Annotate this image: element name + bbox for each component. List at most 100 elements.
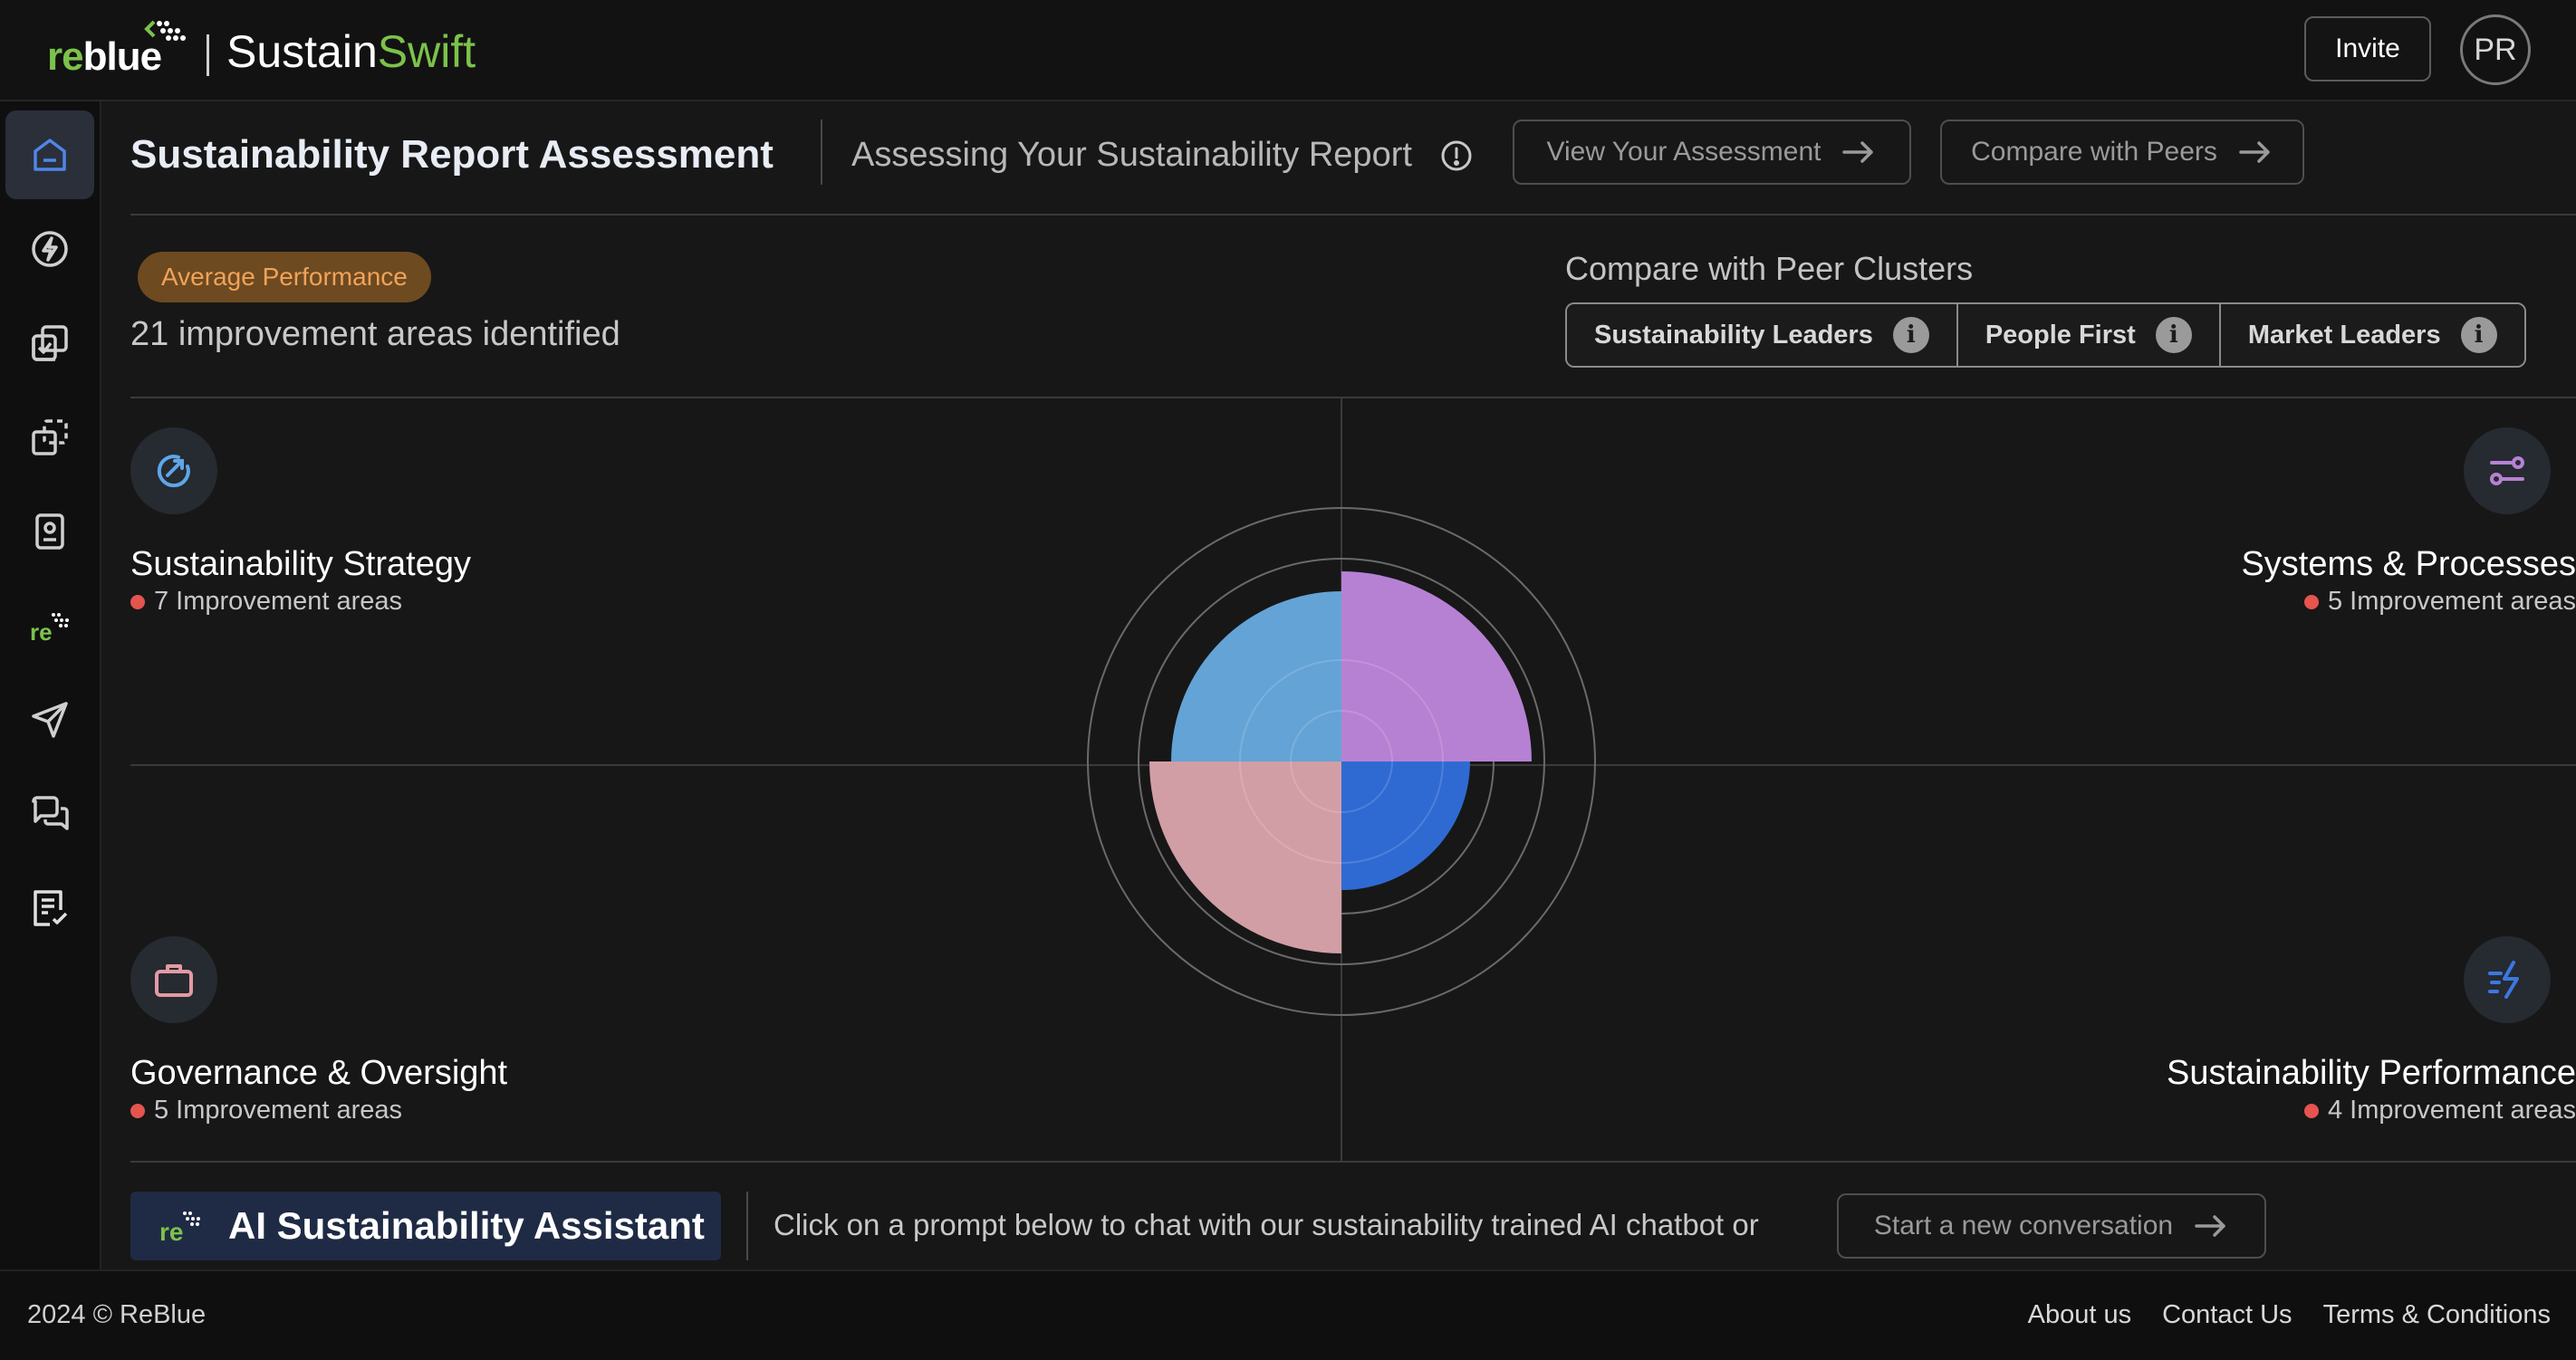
improvement-count: 5 Improvement areas — [2327, 587, 2576, 616]
start-conversation-button[interactable]: Start a new conversation — [1837, 1193, 2266, 1259]
checklist-cards-icon — [32, 325, 68, 361]
compare-peers-label: Compare with Peers — [1971, 137, 2217, 167]
home-icon — [34, 139, 66, 171]
performance-segment[interactable] — [1341, 761, 1470, 890]
view-assessment-button[interactable]: View Your Assessment — [1513, 120, 1911, 185]
arrow-right-icon — [1842, 141, 1874, 163]
main-content: Sustainability Report Assessment Assessi… — [101, 101, 2576, 1269]
arrow-right-icon — [2239, 141, 2270, 163]
governance-icon-badge — [130, 936, 217, 1023]
peer-cluster-tabs: Sustainability Leaders i People First i … — [1565, 302, 2526, 368]
ai-assistant-label: AI Sustainability Assistant — [228, 1204, 705, 1247]
status-dot — [2303, 594, 2319, 609]
improvement-count: 5 Improvement areas — [154, 1096, 403, 1125]
sliders-icon — [2490, 456, 2524, 485]
report-check-icon — [34, 890, 68, 926]
sidebar-item-chat[interactable] — [5, 770, 94, 858]
systems-segment[interactable] — [1341, 571, 1532, 761]
reblue-logo[interactable]: re blue — [47, 16, 186, 80]
peer-clusters-title: Compare with Peer Clusters — [1565, 250, 1974, 287]
quadrant-sub-strategy: 7 Improvement areas — [130, 587, 402, 617]
svg-text:re: re — [159, 1218, 183, 1246]
peer-tab-sustainability-leaders[interactable]: Sustainability Leaders i — [1567, 304, 1956, 366]
footer-link-contact[interactable]: Contact Us — [2162, 1300, 2292, 1330]
sidebar-item-reblue[interactable]: re — [5, 581, 94, 670]
reblue-logo-icon: re — [159, 1212, 200, 1246]
briefcase-icon — [155, 964, 193, 997]
footer-link-about[interactable]: About us — [2028, 1300, 2131, 1330]
view-assessment-label: View Your Assessment — [1546, 137, 1821, 167]
info-icon[interactable] — [1440, 139, 1473, 172]
info-icon[interactable]: i — [2460, 317, 2497, 353]
sidebar-item-copy[interactable] — [5, 393, 94, 482]
status-dot — [130, 1103, 145, 1118]
status-dot — [2303, 1103, 2319, 1118]
peer-tab-label: Market Leaders — [2247, 320, 2441, 350]
divider — [130, 1161, 2576, 1163]
quadrant-title-governance[interactable]: Governance & Oversight — [130, 1054, 507, 1093]
governance-segment[interactable] — [1149, 761, 1341, 953]
arrow-right-icon — [2195, 1215, 2225, 1237]
footer-links: About us Contact Us Terms & Conditions — [2028, 1300, 2551, 1330]
page-subtitle: Assessing Your Sustainability Report — [851, 136, 1412, 174]
avatar[interactable]: PR — [2460, 14, 2531, 85]
systems-icon-badge — [2464, 427, 2551, 514]
start-conversation-label: Start a new conversation — [1873, 1211, 2174, 1240]
sidebar-item-report[interactable] — [5, 864, 94, 953]
page-title: Sustainability Report Assessment — [130, 132, 774, 177]
footer-link-terms[interactable]: Terms & Conditions — [2323, 1300, 2551, 1330]
quadrant-title-systems[interactable]: Systems & Processes — [2241, 545, 2576, 584]
quadrant-title-performance[interactable]: Sustainability Performance — [2167, 1054, 2576, 1093]
peer-tab-people-first[interactable]: People First i — [1956, 304, 2219, 366]
title-divider — [821, 120, 822, 185]
sidebar-item-send[interactable] — [5, 675, 94, 764]
chat-bubbles-icon — [32, 796, 69, 830]
status-dot — [130, 594, 145, 609]
divider — [130, 214, 2576, 215]
top-bar: re blue SustainSwift Invite PR — [0, 0, 2576, 101]
svg-text:re: re — [30, 618, 53, 646]
quadrant-sub-systems: 5 Improvement areas — [2303, 587, 2576, 617]
logo-dots-icon — [144, 20, 186, 41]
invite-button[interactable]: Invite — [2304, 16, 2431, 81]
improvement-count: 4 Improvement areas — [2327, 1096, 2576, 1125]
logo-re-text: re — [47, 34, 84, 79]
product-name-a: Sustain — [226, 26, 378, 77]
divider — [130, 397, 2576, 398]
sidebar-item-profile[interactable] — [5, 487, 94, 576]
info-icon[interactable]: i — [1892, 317, 1929, 353]
quadrant-polar-chart — [1087, 507, 1596, 1016]
footer: 2024 © ReBlue About us Contact Us Terms … — [0, 1269, 2576, 1360]
quadrant-sub-performance: 4 Improvement areas — [2303, 1096, 2576, 1125]
peer-tab-label: Sustainability Leaders — [1594, 320, 1873, 350]
peer-tab-label: People First — [1985, 320, 2136, 350]
sidebar: re — [0, 101, 101, 1269]
sidebar-item-tasks[interactable] — [5, 299, 94, 388]
id-badge-icon — [35, 513, 64, 550]
logo-divider — [207, 34, 209, 76]
compare-peers-button[interactable]: Compare with Peers — [1940, 120, 2304, 185]
improvement-total: 21 improvement areas identified — [130, 315, 620, 353]
peer-tab-market-leaders[interactable]: Market Leaders i — [2218, 304, 2524, 366]
strategy-segment[interactable] — [1171, 591, 1341, 761]
fast-lightning-icon — [2488, 961, 2519, 999]
quadrant-sub-governance: 5 Improvement areas — [130, 1096, 402, 1125]
performance-badge: Average Performance — [138, 252, 431, 302]
performance-icon-badge — [2464, 936, 2551, 1023]
target-arrow-icon — [157, 455, 190, 488]
assistant-divider — [746, 1192, 748, 1260]
assistant-prompt-text: Click on a prompt below to chat with our… — [774, 1208, 1759, 1241]
send-icon — [32, 702, 68, 738]
info-icon[interactable]: i — [2155, 317, 2192, 353]
reblue-logo-icon: re — [30, 613, 69, 646]
ai-assistant-chip[interactable]: re AI Sustainability Assistant — [130, 1192, 721, 1260]
improvement-count: 7 Improvement areas — [154, 587, 403, 616]
product-name-b: Swift — [377, 26, 476, 77]
strategy-icon-badge — [130, 427, 217, 514]
quadrant-title-strategy[interactable]: Sustainability Strategy — [130, 545, 471, 584]
sidebar-item-home[interactable] — [5, 110, 94, 199]
sidebar-item-energy[interactable] — [5, 205, 94, 293]
lightning-icon — [32, 231, 68, 267]
copyright: 2024 © ReBlue — [27, 1300, 207, 1329]
copy-dashed-icon — [32, 419, 68, 455]
